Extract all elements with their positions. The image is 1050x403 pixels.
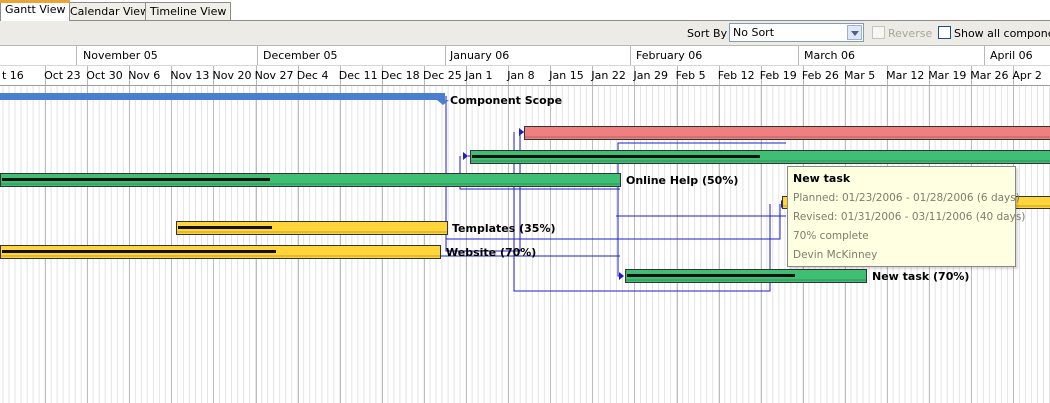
tooltip-complete: 70% complete [793, 230, 869, 242]
show-all-components-label: Show all components [954, 27, 1050, 40]
task-tooltip: New task Planned: 01/23/2006 - 01/28/200… [787, 166, 1025, 267]
month-label: November 05 [83, 49, 158, 62]
templates-label: Templates (35%) [452, 222, 556, 235]
week-label: Mar 26 [970, 69, 1009, 82]
month-separator [76, 46, 77, 65]
month-separator [445, 46, 446, 65]
tab-gantt-view[interactable]: Gantt View [0, 0, 71, 21]
month-separator [257, 46, 258, 65]
week-header: t 16 Oct 23 Oct 30 Nov 6 Nov 13 Nov 20 Nov 27 D… [0, 66, 1050, 86]
templates-bar-progress [178, 226, 272, 229]
chevron-down-icon[interactable] [847, 25, 862, 40]
view-tab-strip: Gantt View Calendar View Timeline View [0, 0, 1050, 21]
dependency-arrowhead [619, 272, 624, 280]
dependency-arrowhead [463, 152, 468, 160]
week-label: Jan 15 [549, 69, 584, 82]
sort-by-value: No Sort [733, 26, 775, 39]
month-separator [798, 46, 799, 65]
component-scope-label: Component Scope [450, 94, 563, 107]
sort-by-label: Sort By [687, 27, 728, 40]
week-label: Nov 6 [128, 69, 161, 82]
tooltip-planned: Planned: 01/23/2006 - 01/28/2006 (6 days… [793, 192, 1020, 204]
month-header: November 05 December 05 January 06 Febru… [0, 46, 1050, 66]
week-label: Jan 29 [633, 69, 668, 82]
tooltip-revised: Revised: 01/31/2006 - 03/11/2006 (40 day… [793, 211, 1026, 223]
new-task-bar-progress [627, 274, 795, 277]
month-label: April 06 [990, 49, 1033, 62]
online-help-bar-progress [2, 178, 270, 181]
green-task-bar-top-progress [472, 155, 760, 158]
week-label: Feb 12 [717, 69, 755, 82]
week-label: Feb 19 [759, 69, 797, 82]
week-label: Oct 23 [44, 69, 81, 82]
week-label: Jan 22 [591, 69, 626, 82]
week-label: Nov 13 [170, 69, 210, 82]
week-label: Dec 4 [296, 69, 329, 82]
week-label: Dec 25 [423, 69, 462, 82]
week-label: Dec 11 [338, 69, 378, 82]
tab-timeline-view[interactable]: Timeline View [145, 2, 232, 20]
online-help-label: Online Help (50%) [626, 174, 739, 187]
reverse-checkbox[interactable] [872, 26, 885, 39]
week-label: Mar 19 [928, 69, 967, 82]
month-label: January 06 [450, 49, 510, 62]
reverse-label: Reverse [888, 27, 933, 40]
component-scope-end-marker [437, 100, 449, 105]
dependency-arrowhead [519, 128, 524, 136]
month-separator [630, 46, 631, 65]
week-label: t 16 [2, 69, 24, 82]
tooltip-title: New task [793, 172, 851, 185]
component-scope-bar [0, 93, 445, 100]
website-label: Website (70%) [446, 246, 537, 259]
month-label: March 06 [804, 49, 856, 62]
week-label: Apr 2 [1012, 69, 1042, 82]
month-separator [984, 46, 985, 65]
week-label: Dec 18 [380, 69, 420, 82]
month-label: February 06 [636, 49, 703, 62]
new-task-label: New task (70%) [872, 270, 970, 283]
week-label: Nov 27 [254, 69, 294, 82]
week-label: Oct 30 [86, 69, 123, 82]
website-bar-progress [2, 250, 276, 253]
week-label: Feb 26 [801, 69, 839, 82]
tooltip-owner: Devin McKinney [793, 249, 878, 261]
week-label: Jan 8 [507, 69, 535, 82]
show-all-components-checkbox[interactable] [938, 26, 951, 39]
sort-by-dropdown[interactable]: No Sort [729, 23, 864, 42]
week-label: Jan 1 [465, 69, 493, 82]
dependency-links [440, 96, 786, 292]
red-task-bar [524, 126, 1050, 140]
week-label: Feb 5 [675, 69, 706, 82]
week-label: Nov 20 [212, 69, 252, 82]
week-label: Mar 5 [844, 69, 876, 82]
week-label: Mar 12 [886, 69, 925, 82]
gantt-toolbar: Sort By No Sort Reverse Show all compone… [0, 21, 1050, 46]
month-label: December 05 [263, 49, 338, 62]
tab-calendar-view[interactable]: Calendar View [65, 2, 155, 20]
